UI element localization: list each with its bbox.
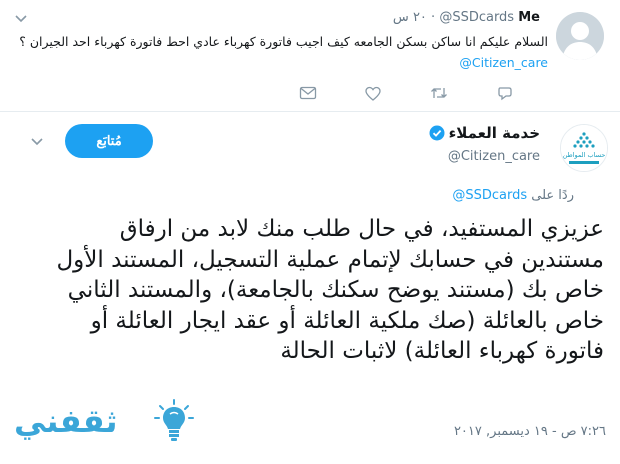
reply-icon[interactable] — [496, 84, 514, 102]
lightbulb-icon — [154, 399, 194, 441]
main-tweet-text: عزيزي المستفيد، في حال طلب منك لابد من ا… — [56, 216, 604, 364]
following-button[interactable]: مُتابَع — [65, 124, 153, 158]
tweet-timestamp[interactable]: ٧:٢٦ ص - ١٩ ديسمبر, ٢٠١٧ — [454, 424, 606, 439]
verified-badge-icon — [429, 125, 445, 141]
caret-down-icon[interactable] — [30, 135, 44, 149]
parent-tweet-mention[interactable]: @Citizen_care — [459, 55, 548, 70]
tweet-divider — [0, 111, 620, 112]
direct-message-icon[interactable] — [299, 84, 317, 102]
main-author-name[interactable]: خدمة العملاء — [449, 124, 540, 142]
parent-tweet-header: ٢٠ س · @SSDcards Me — [392, 10, 540, 25]
like-icon[interactable] — [364, 84, 382, 102]
reply-to-prefix: ردًا على — [531, 188, 574, 203]
parent-tweet-time[interactable]: ٢٠ س — [393, 10, 427, 25]
reply-to-mention[interactable]: @SSDcards — [452, 188, 527, 203]
citizen-account-logo: حساب المواطن — [561, 125, 607, 171]
parent-tweet[interactable]: ٢٠ س · @SSDcards Me السلام عليكم انا ساك… — [0, 0, 620, 112]
watermark-logo: ثقفني — [14, 396, 194, 452]
watermark-text: ثقفني — [14, 402, 118, 440]
retweet-icon[interactable] — [430, 84, 448, 102]
reply-to-line: ردًا على @SSDcards — [452, 188, 574, 203]
caret-down-icon[interactable] — [14, 12, 28, 26]
default-avatar[interactable] — [556, 12, 604, 60]
avatar-logo-text: حساب المواطن — [563, 151, 606, 159]
parent-tweet-text: السلام عليكم انا ساكن بسكن الجامعه كيف ا… — [8, 31, 548, 73]
parent-author-name[interactable]: Me — [518, 10, 540, 25]
parent-tweet-body: السلام عليكم انا ساكن بسكن الجامعه كيف ا… — [19, 34, 548, 49]
parent-tweet-actions — [0, 84, 620, 102]
main-author-handle[interactable]: @Citizen_care — [448, 149, 540, 164]
citizen-account-avatar[interactable]: حساب المواطن — [560, 124, 608, 172]
parent-author-handle[interactable]: @SSDcards — [439, 10, 514, 25]
main-author-name-row[interactable]: خدمة العملاء — [429, 124, 540, 142]
default-user-icon — [556, 12, 604, 60]
